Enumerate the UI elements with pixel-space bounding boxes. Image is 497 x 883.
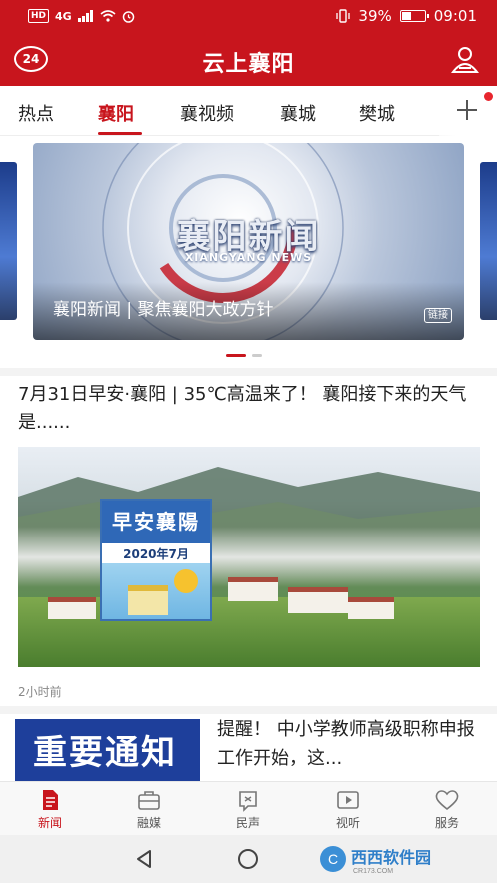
network-label: 4G (55, 9, 72, 23)
back-icon[interactable] (134, 849, 154, 869)
heart-icon (435, 790, 459, 811)
nav-label: 视听 (335, 816, 360, 830)
article-title[interactable]: 提醒！ 中小学教师高级职称申报工作开始，这... (217, 715, 485, 773)
feedback-icon (239, 791, 257, 812)
battery-fill (401, 12, 412, 20)
poster-title: 早安襄陽 (102, 501, 210, 543)
banner-subtitle: XIANGYANG NEWS (184, 251, 313, 264)
house-graphic (348, 597, 394, 619)
battery-icon (399, 10, 429, 22)
tab-fancheng[interactable]: 樊城 (359, 100, 395, 126)
tower-icon (128, 585, 168, 615)
wifi-icon (100, 10, 116, 22)
nav-label: 民声 (235, 816, 260, 830)
status-left: HD 4G (28, 9, 135, 23)
nav-service[interactable]: 服务 (417, 788, 477, 831)
carousel-dot[interactable] (226, 354, 246, 357)
briefcase-icon (138, 791, 160, 810)
article-title[interactable]: 7月31日早安·襄阳 | 35℃高温来了！ 襄阳接下来的天气是...... (18, 381, 480, 437)
tab-xiangcheng[interactable]: 襄城 (280, 100, 316, 126)
alarm-icon (122, 10, 134, 23)
sun-icon (174, 569, 198, 593)
article-thumbnail[interactable]: 重要通知 (15, 719, 200, 781)
nav-video[interactable]: 视听 (318, 788, 378, 831)
watermark-logo: C 西西软件园 CR173.COM (320, 846, 431, 875)
svg-text:C: C (328, 851, 338, 867)
tab-hot[interactable]: 热点 (18, 100, 54, 126)
more-channels-button[interactable] (439, 86, 497, 136)
watermark-subtext: CR173.COM (353, 868, 393, 875)
app-title: 云上襄阳 (202, 52, 295, 77)
tab-xiang-video[interactable]: 襄视频 (180, 100, 234, 126)
user-icon[interactable] (449, 44, 481, 76)
nav-media[interactable]: 融媒 (119, 788, 179, 831)
app-header: HD 4G 39% 09:01 24 云上襄阳 (0, 0, 497, 86)
nav-label: 融媒 (136, 816, 161, 830)
notification-dot (484, 92, 493, 101)
article-time: 2小时前 (18, 685, 62, 699)
home-icon[interactable] (238, 849, 258, 869)
section-divider (0, 706, 497, 714)
house-graphic (288, 587, 348, 613)
carousel-indicator (226, 354, 262, 357)
next-slide-peek[interactable] (480, 162, 497, 320)
nav-label: 服务 (434, 816, 459, 830)
clock: 09:01 (433, 7, 477, 25)
banner-carousel: 襄阳新闻 XIANGYANG NEWS 襄阳新闻 | 聚焦襄阳大政方针 链接 (0, 136, 497, 368)
watermark-text: 西西软件园 (351, 848, 431, 867)
poster-date: 2020年7月 (123, 547, 189, 561)
battery-percent: 39% (358, 7, 392, 25)
news-icon (43, 790, 58, 810)
link-tag: 链接 (424, 308, 452, 323)
section-divider (0, 368, 497, 376)
article-image[interactable]: 早安襄陽 2020年7月 (18, 447, 480, 667)
thumbnail-text: 重要通知 (33, 733, 177, 773)
morning-poster: 早安襄陽 2020年7月 (100, 499, 212, 621)
nav-news[interactable]: 新闻 (20, 788, 80, 831)
banner-slide[interactable]: 襄阳新闻 XIANGYANG NEWS 襄阳新闻 | 聚焦襄阳大政方针 链接 (33, 143, 464, 340)
poster-art (102, 563, 210, 619)
tab-xiangyang[interactable]: 襄阳 (98, 100, 134, 126)
banner-caption-overlay: 襄阳新闻 | 聚焦襄阳大政方针 链接 (33, 282, 464, 340)
system-nav-bar: C 西西软件园 CR173.COM (0, 835, 497, 883)
signal-icon (77, 10, 93, 22)
status-right: 39% 09:01 (336, 7, 477, 25)
nav-label: 新闻 (37, 816, 62, 830)
house-graphic (48, 597, 96, 619)
active-tab-indicator (98, 132, 142, 135)
status-bar: HD 4G 39% 09:01 (0, 0, 497, 34)
hd-badge: HD (28, 9, 50, 23)
banner-caption: 襄阳新闻 | 聚焦襄阳大政方针 (53, 300, 274, 320)
vibrate-icon (336, 9, 351, 23)
carousel-dot[interactable] (252, 354, 262, 357)
prev-slide-peek[interactable] (0, 162, 17, 320)
house-graphic (228, 577, 278, 601)
nav-voice[interactable]: 民声 (218, 788, 278, 831)
video-icon (337, 791, 359, 809)
bottom-nav: 新闻 融媒 民声 视听 服务 (0, 781, 497, 835)
plus-icon (457, 100, 477, 120)
channel-tabs: 热点 襄阳 襄视频 襄城 樊城 (0, 86, 497, 136)
